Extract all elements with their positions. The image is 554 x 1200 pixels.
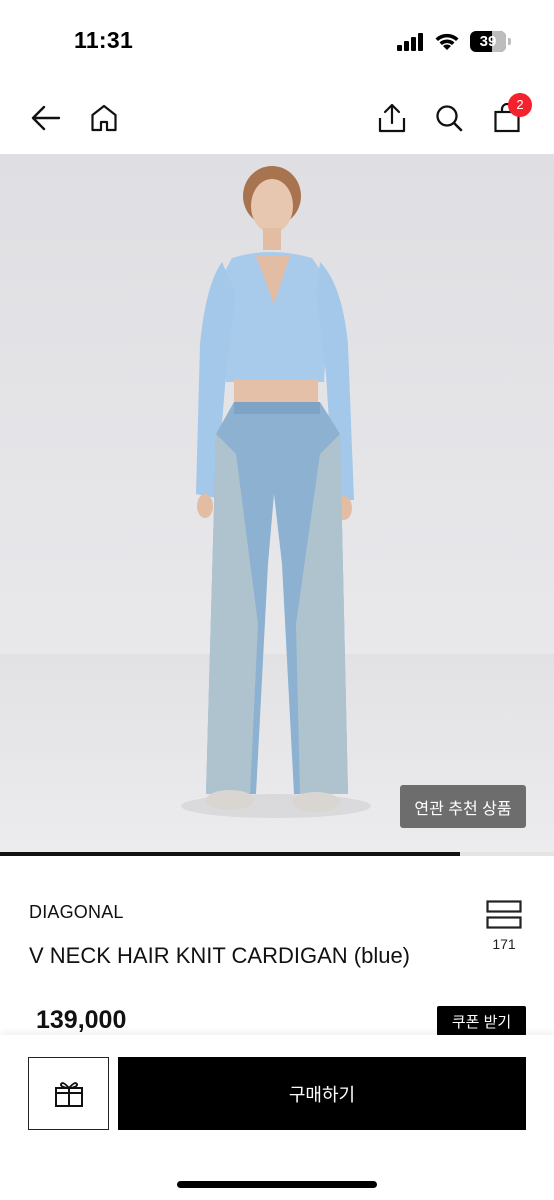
product-image[interactable] — [0, 154, 554, 852]
top-navigation — [0, 80, 554, 154]
status-time: 11:31 — [74, 27, 134, 53]
signal-icon — [397, 33, 423, 51]
cart-count-badge: 2 — [508, 93, 532, 117]
search-icon — [436, 105, 463, 132]
product-price: 139,000 — [36, 1006, 127, 1034]
battery-icon: 39 — [470, 31, 512, 52]
back-button[interactable] — [26, 98, 66, 138]
share-icon — [378, 103, 406, 133]
bottom-action-bar: 구매하기 — [0, 1035, 554, 1200]
home-icon — [91, 104, 117, 132]
search-button[interactable] — [429, 98, 469, 138]
product-title: V NECK HAIR KNIT CARDIGAN (blue) — [29, 943, 411, 968]
gift-button[interactable] — [28, 1057, 109, 1130]
coupon-button[interactable]: 쿠폰 받기 — [437, 1006, 526, 1036]
back-arrow-icon — [31, 105, 61, 131]
brand-name[interactable]: DIAGONAL — [29, 902, 124, 923]
like-button[interactable]: 171 — [482, 900, 526, 966]
home-button[interactable] — [84, 98, 124, 138]
image-carousel-progress — [0, 852, 554, 856]
status-bar: 11:31 39 — [0, 0, 554, 80]
like-count: 171 — [492, 936, 516, 952]
wifi-icon — [435, 33, 459, 50]
related-products-button[interactable]: 연관 추천 상품 — [400, 785, 526, 828]
model-photo — [0, 166, 554, 852]
buy-button[interactable]: 구매하기 — [118, 1057, 526, 1130]
gift-icon — [54, 1081, 83, 1107]
battery-level: 39 — [479, 33, 497, 50]
home-indicator — [177, 1181, 377, 1188]
share-button[interactable] — [372, 98, 412, 138]
carousel-progress-fill — [0, 852, 460, 856]
bookmark-icon — [486, 900, 522, 929]
